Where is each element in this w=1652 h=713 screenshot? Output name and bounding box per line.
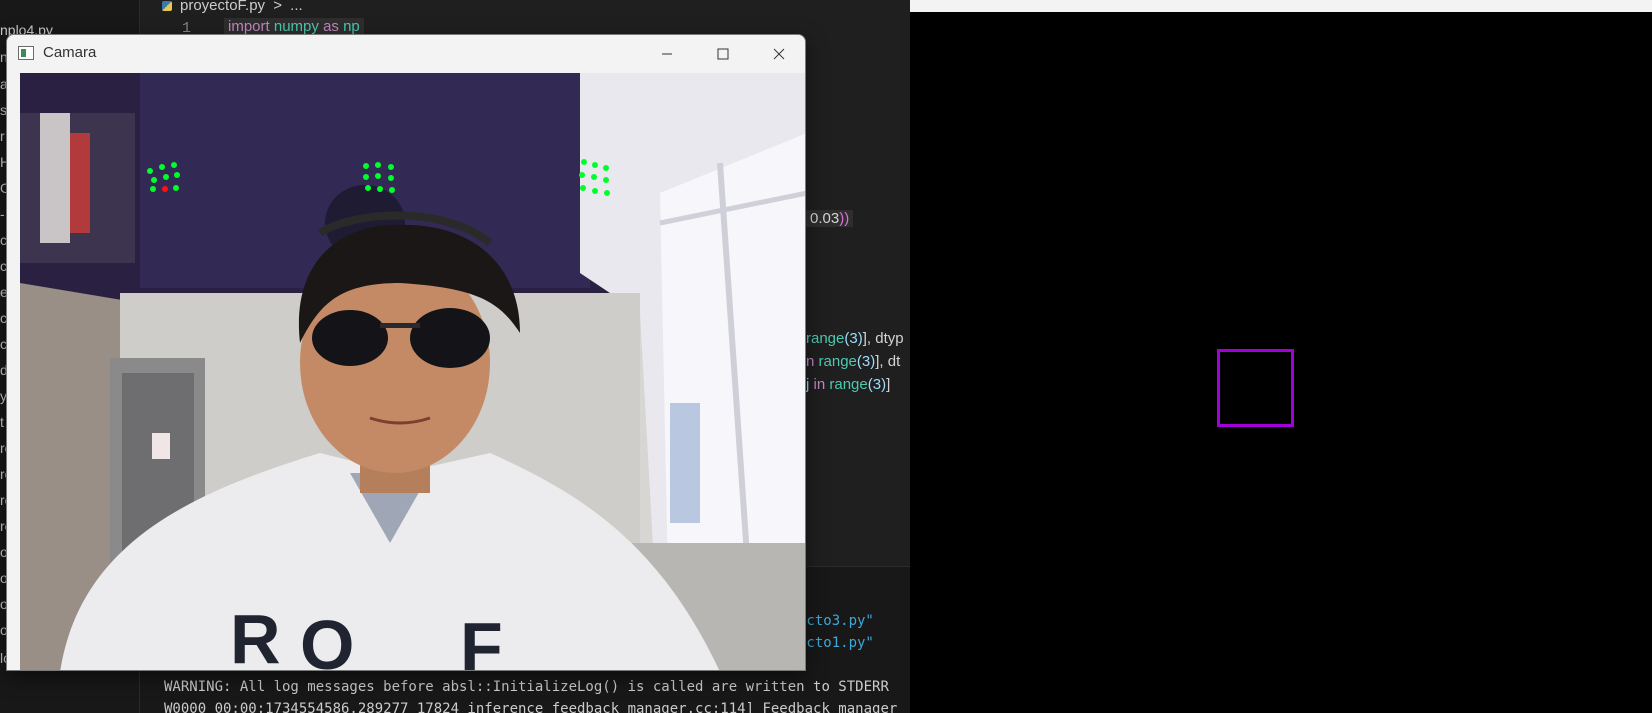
purple-square-marker bbox=[1217, 349, 1294, 427]
breadcrumb-file[interactable]: proyectoF.py bbox=[180, 0, 265, 14]
python-file-icon bbox=[162, 1, 172, 11]
terminal-path-2: ecto1.py" bbox=[798, 635, 874, 651]
camera-window[interactable]: Camara R O F bbox=[6, 34, 806, 671]
close-button[interactable] bbox=[751, 35, 805, 72]
maximize-icon bbox=[717, 48, 729, 59]
code-fragment-d[interactable]: j in range(3)] bbox=[806, 376, 890, 393]
code-fragment-a[interactable]: 0.03)) bbox=[806, 210, 854, 227]
code-fragment-c[interactable]: n range(3)], dt bbox=[806, 353, 900, 370]
camera-window-title: Camara bbox=[43, 44, 97, 61]
frame-window-titlebar[interactable] bbox=[910, 0, 1652, 12]
close-icon bbox=[773, 48, 785, 59]
minimize-icon bbox=[662, 53, 672, 54]
app-icon bbox=[18, 46, 34, 60]
camera-titlebar[interactable]: Camara bbox=[7, 35, 805, 72]
maximize-button[interactable] bbox=[695, 35, 751, 72]
svg-text:F: F bbox=[460, 608, 503, 671]
svg-text:R: R bbox=[230, 600, 281, 671]
frame-window[interactable] bbox=[910, 0, 1652, 713]
terminal-path-1: ecto3.py" bbox=[798, 613, 874, 629]
code-line-1[interactable]: import numpy as np bbox=[224, 18, 364, 35]
minimize-button[interactable] bbox=[639, 35, 695, 72]
breadcrumb[interactable]: proyectoF.py > ... bbox=[162, 0, 303, 14]
terminal-feedback: W0000 00:00:1734554586.289277 17824 infe… bbox=[164, 701, 898, 713]
breadcrumb-rest[interactable]: ... bbox=[290, 0, 303, 14]
camera-feed: R O F bbox=[20, 73, 805, 671]
svg-text:O: O bbox=[300, 606, 354, 671]
terminal-warning: WARNING: All log messages before absl::I… bbox=[164, 679, 889, 695]
camera-scene: R O F bbox=[20, 73, 805, 671]
breadcrumb-separator: > bbox=[273, 0, 282, 14]
code-fragment-b[interactable]: range(3)], dtyp bbox=[806, 330, 904, 347]
